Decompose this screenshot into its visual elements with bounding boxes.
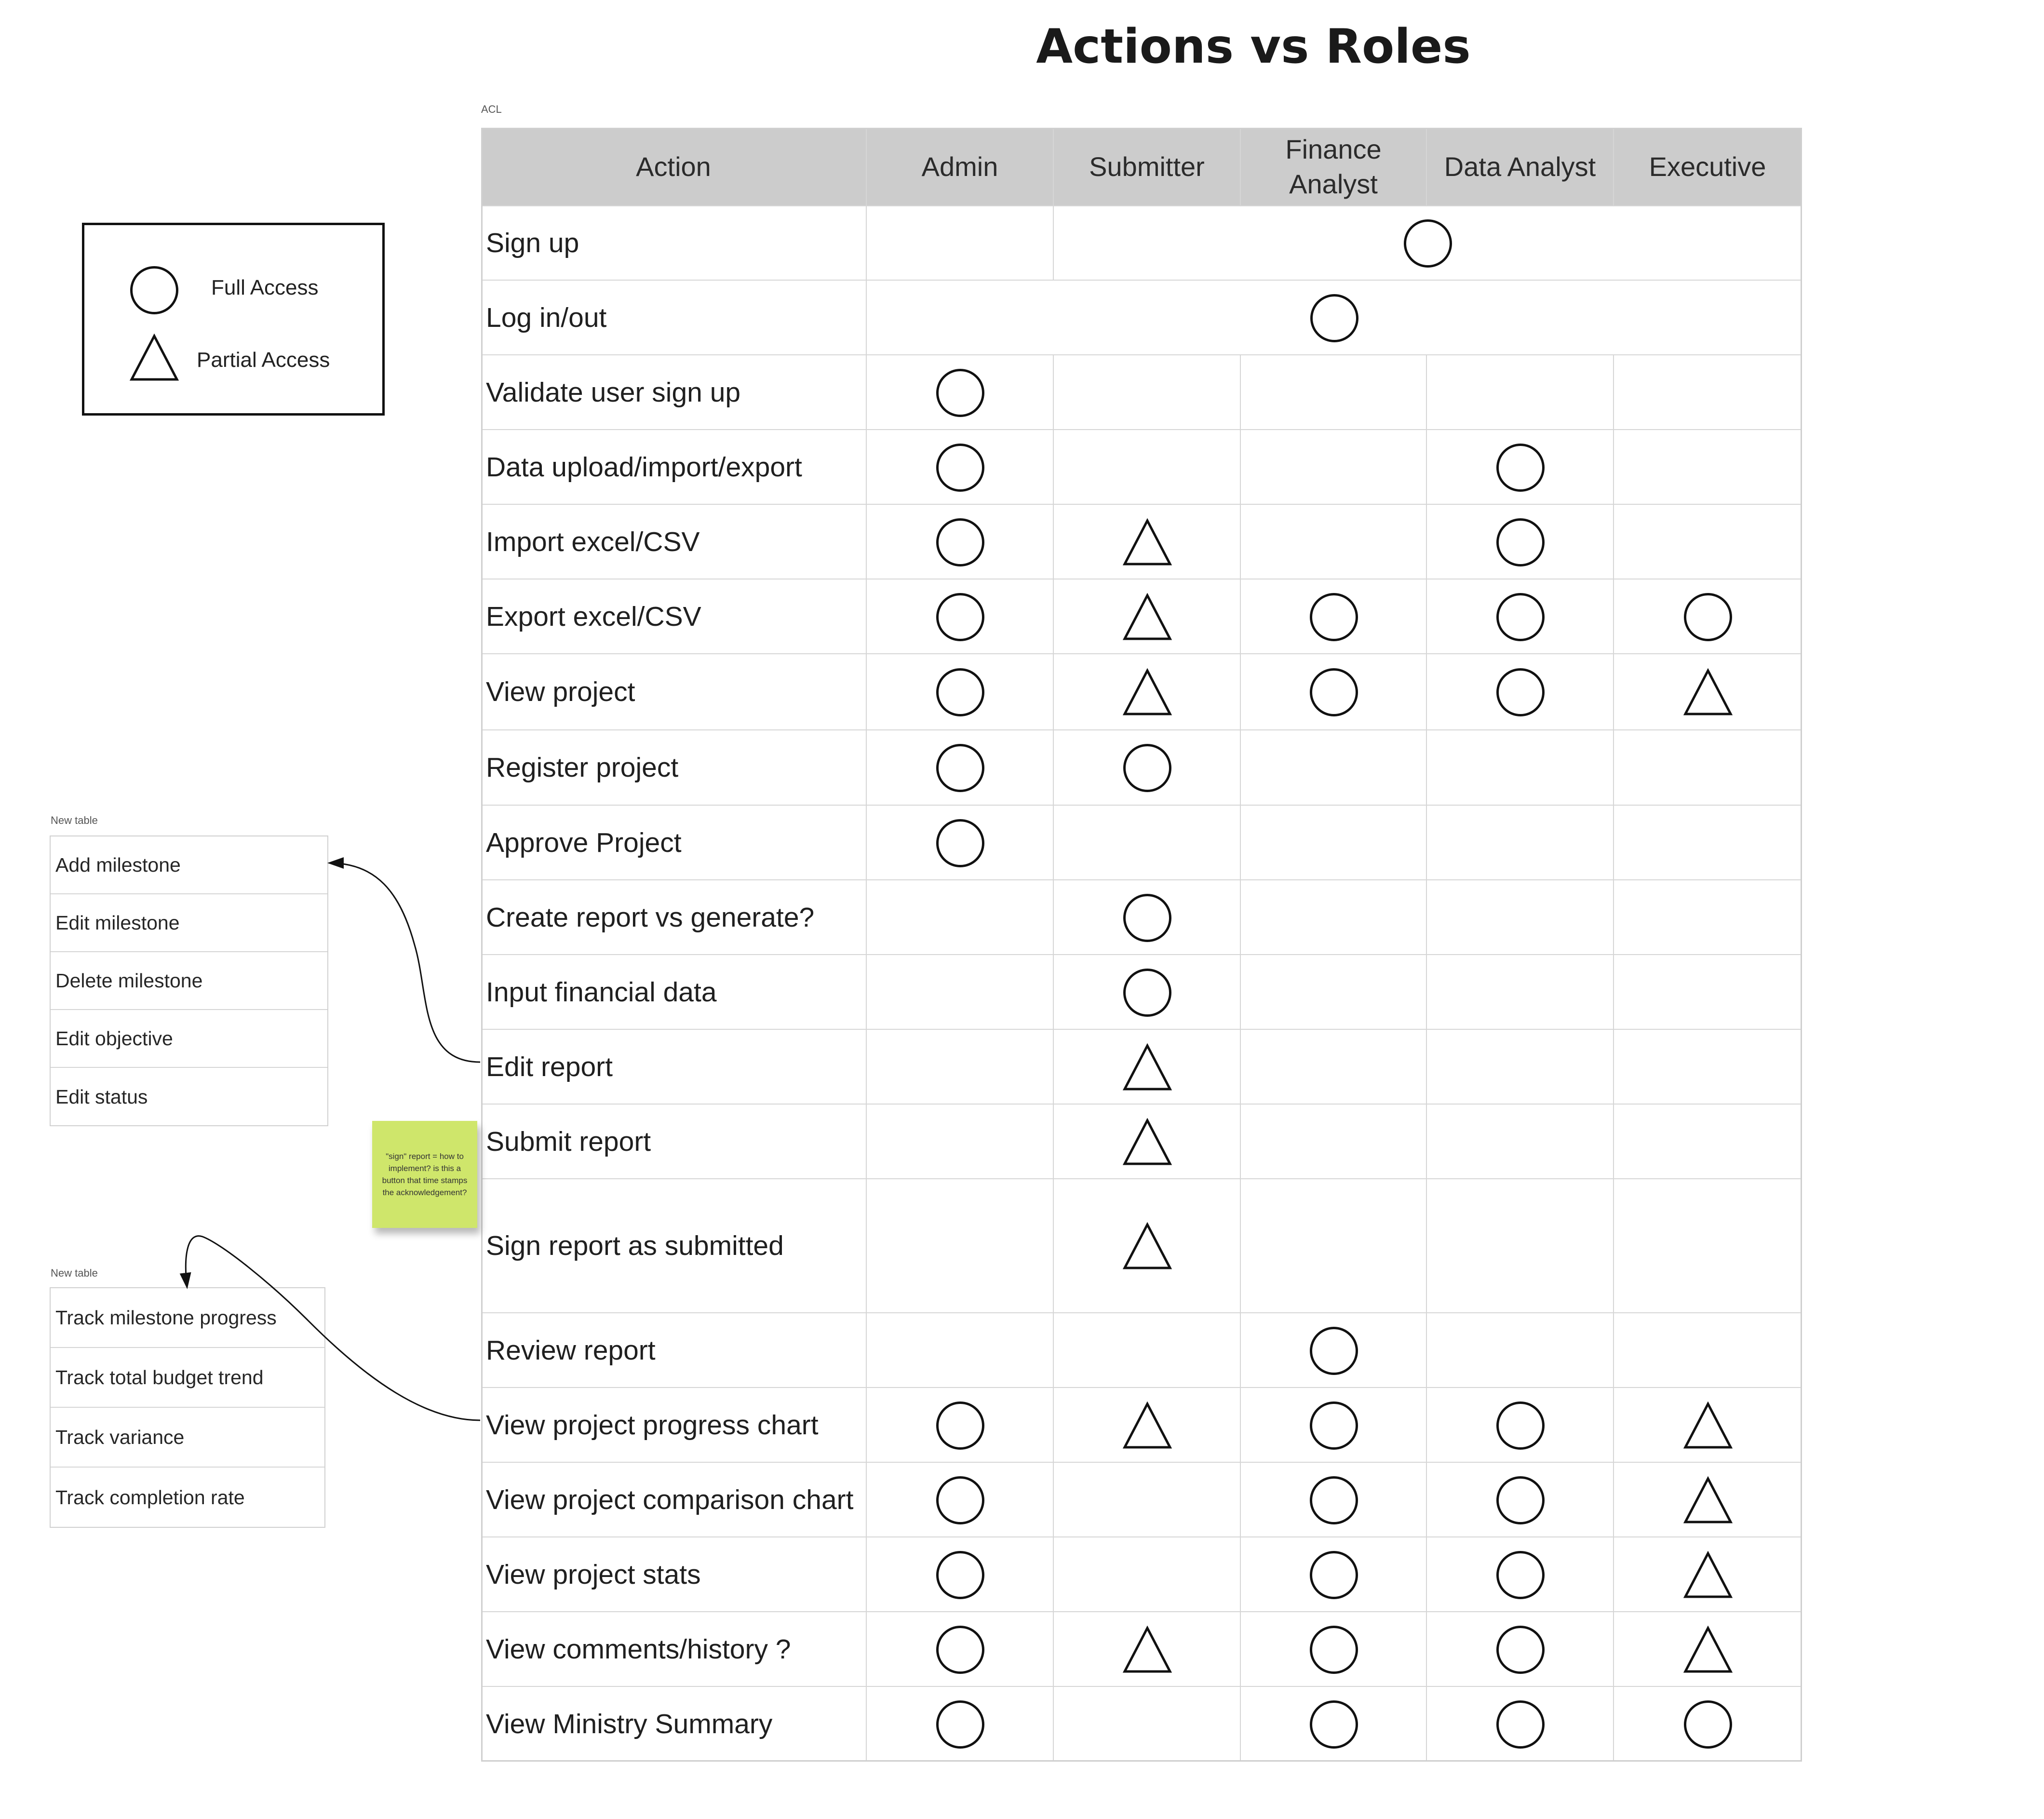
- whiteboard-canvas: Actions vs Roles ACL Action Admin Submitte…: [0, 0, 2044, 1819]
- progress-chart-connector[interactable]: [179, 1235, 481, 1421]
- edit-report-connector[interactable]: [327, 857, 481, 1063]
- connector-layer: [179, 857, 481, 1421]
